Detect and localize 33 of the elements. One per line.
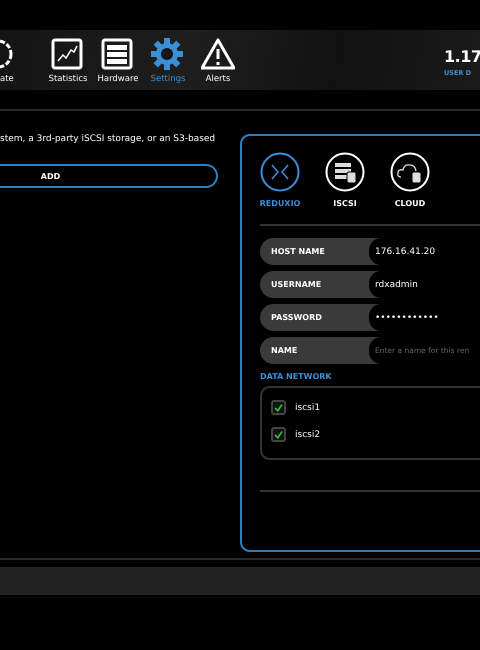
nav-label[interactable]: Alerts <box>206 74 230 84</box>
version-number: 1.17 <box>444 47 480 66</box>
server-storage-icon[interactable] <box>325 152 365 192</box>
text-input[interactable]: •••••••••••• <box>369 304 480 331</box>
field-label: NAME <box>270 345 298 357</box>
field-label: PASSWORD <box>270 312 323 324</box>
checkbox-label: iscsi1 <box>295 402 320 412</box>
server-icon[interactable] <box>101 38 135 70</box>
field-label: HOST NAME <box>270 246 326 258</box>
text-input[interactable]: 176.16.41.20 <box>369 238 480 265</box>
field-label: USERNAME <box>270 279 322 291</box>
target-tab[interactable]: CLOUD <box>394 199 426 208</box>
arrows-icon[interactable] <box>260 152 300 192</box>
warning-icon[interactable] <box>201 38 235 70</box>
cloud-storage-icon[interactable] <box>390 152 430 192</box>
add-button[interactable]: ADD <box>0 164 218 188</box>
checkbox[interactable] <box>271 400 286 415</box>
nav-label[interactable]: Hardware <box>97 74 139 84</box>
nav-label[interactable]: Statistics <box>48 74 88 84</box>
settings-icon[interactable] <box>151 38 185 70</box>
ring-icon[interactable] <box>0 38 14 70</box>
checkbox-label: iscsi2 <box>295 430 320 440</box>
nav-label[interactable]: Settings <box>150 74 186 84</box>
checkbox[interactable] <box>271 427 286 442</box>
check-icon <box>273 428 284 440</box>
text-input[interactable]: rdxadmin <box>369 271 480 298</box>
target-tab[interactable]: ISCSI <box>333 199 357 208</box>
section-title: DATA NETWORK <box>260 372 333 381</box>
nav-label[interactable]: ate <box>0 74 14 84</box>
check-icon <box>273 402 284 414</box>
chart-icon[interactable] <box>51 38 85 70</box>
target-tab[interactable]: REDUXIO <box>260 199 300 208</box>
intro-text: stem, a 3rd-party iSCSI storage, or an S3-based <box>0 134 216 144</box>
